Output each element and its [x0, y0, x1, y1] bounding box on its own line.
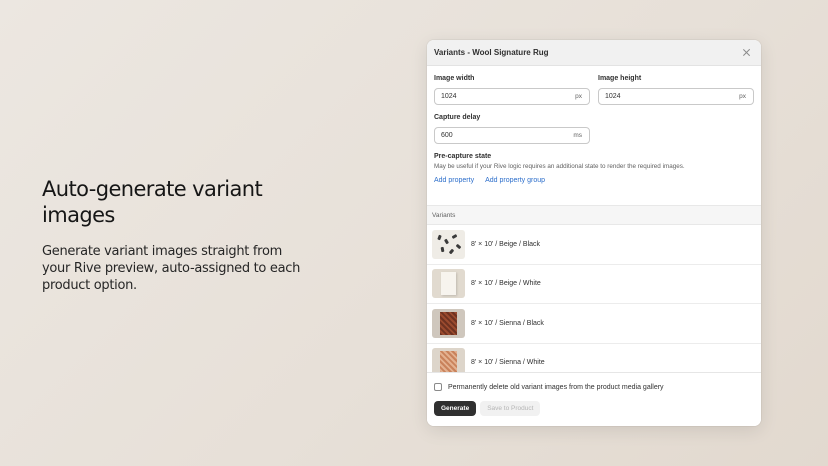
image-height-value: 1024 — [605, 93, 621, 100]
variants-modal: Variants - Wool Signature Rug Image widt… — [427, 40, 761, 426]
variant-row[interactable]: 8' × 10' / Sienna / Black — [427, 304, 761, 344]
image-width-field: Image width 1024 px — [434, 75, 590, 105]
delete-old-images-label: Permanently delete old variant images fr… — [448, 383, 664, 391]
modal-footer: Permanently delete old variant images fr… — [427, 372, 761, 426]
add-property-group-link[interactable]: Add property group — [485, 177, 545, 184]
image-width-input[interactable]: 1024 px — [434, 88, 590, 105]
capture-delay-unit: ms — [573, 132, 582, 139]
capture-delay-field: Capture delay 600 ms — [434, 114, 590, 144]
variant-thumbnail — [432, 229, 465, 259]
hero-description: Generate variant images straight from yo… — [42, 244, 301, 293]
image-height-label: Image height — [598, 75, 642, 82]
image-height-field: Image height 1024 px — [598, 75, 754, 105]
modal-header: Variants - Wool Signature Rug — [427, 40, 761, 66]
variant-thumbnail — [432, 348, 465, 372]
pre-capture-label: Pre-capture state — [434, 153, 492, 160]
image-height-unit: px — [739, 93, 746, 100]
variant-label: 8' × 10' / Beige / Black — [471, 240, 541, 248]
close-icon[interactable] — [742, 48, 752, 58]
variant-row[interactable]: 8' × 10' / Sienna / White — [427, 344, 761, 372]
add-property-link[interactable]: Add property — [434, 177, 474, 184]
delete-old-images-option: Permanently delete old variant images fr… — [434, 383, 754, 391]
save-to-product-button[interactable]: Save to Product — [480, 401, 541, 416]
image-height-input[interactable]: 1024 px — [598, 88, 754, 105]
capture-delay-label: Capture delay — [434, 114, 481, 121]
capture-settings-form: Image width 1024 px Image height 1024 px… — [427, 66, 761, 184]
variant-label: 8' × 10' / Beige / White — [471, 280, 541, 288]
capture-delay-value: 600 — [441, 132, 453, 139]
image-width-unit: px — [575, 93, 582, 100]
variant-row[interactable]: 8' × 10' / Beige / White — [427, 265, 761, 304]
variant-thumbnail — [432, 308, 465, 338]
image-width-label: Image width — [434, 75, 475, 82]
variants-header: Variants — [427, 205, 761, 225]
hero-section: Auto-generate variant images Generate va… — [42, 176, 302, 294]
variant-label: 8' × 10' / Sienna / White — [471, 359, 545, 367]
hero-title: Auto-generate variant images — [42, 177, 263, 227]
modal-title: Variants - Wool Signature Rug — [434, 48, 549, 57]
delete-old-images-checkbox[interactable] — [434, 383, 442, 391]
variant-list: 8' × 10' / Beige / Black 8' × 10' / Beig… — [427, 225, 761, 372]
variant-row[interactable]: 8' × 10' / Beige / Black — [427, 225, 761, 265]
image-width-value: 1024 — [441, 93, 457, 100]
pre-capture-help: May be useful if your Rive logic require… — [434, 163, 685, 170]
variant-thumbnail — [432, 269, 465, 299]
generate-button[interactable]: Generate — [434, 401, 477, 416]
capture-delay-input[interactable]: 600 ms — [434, 127, 590, 144]
variant-label: 8' × 10' / Sienna / Black — [471, 319, 544, 327]
